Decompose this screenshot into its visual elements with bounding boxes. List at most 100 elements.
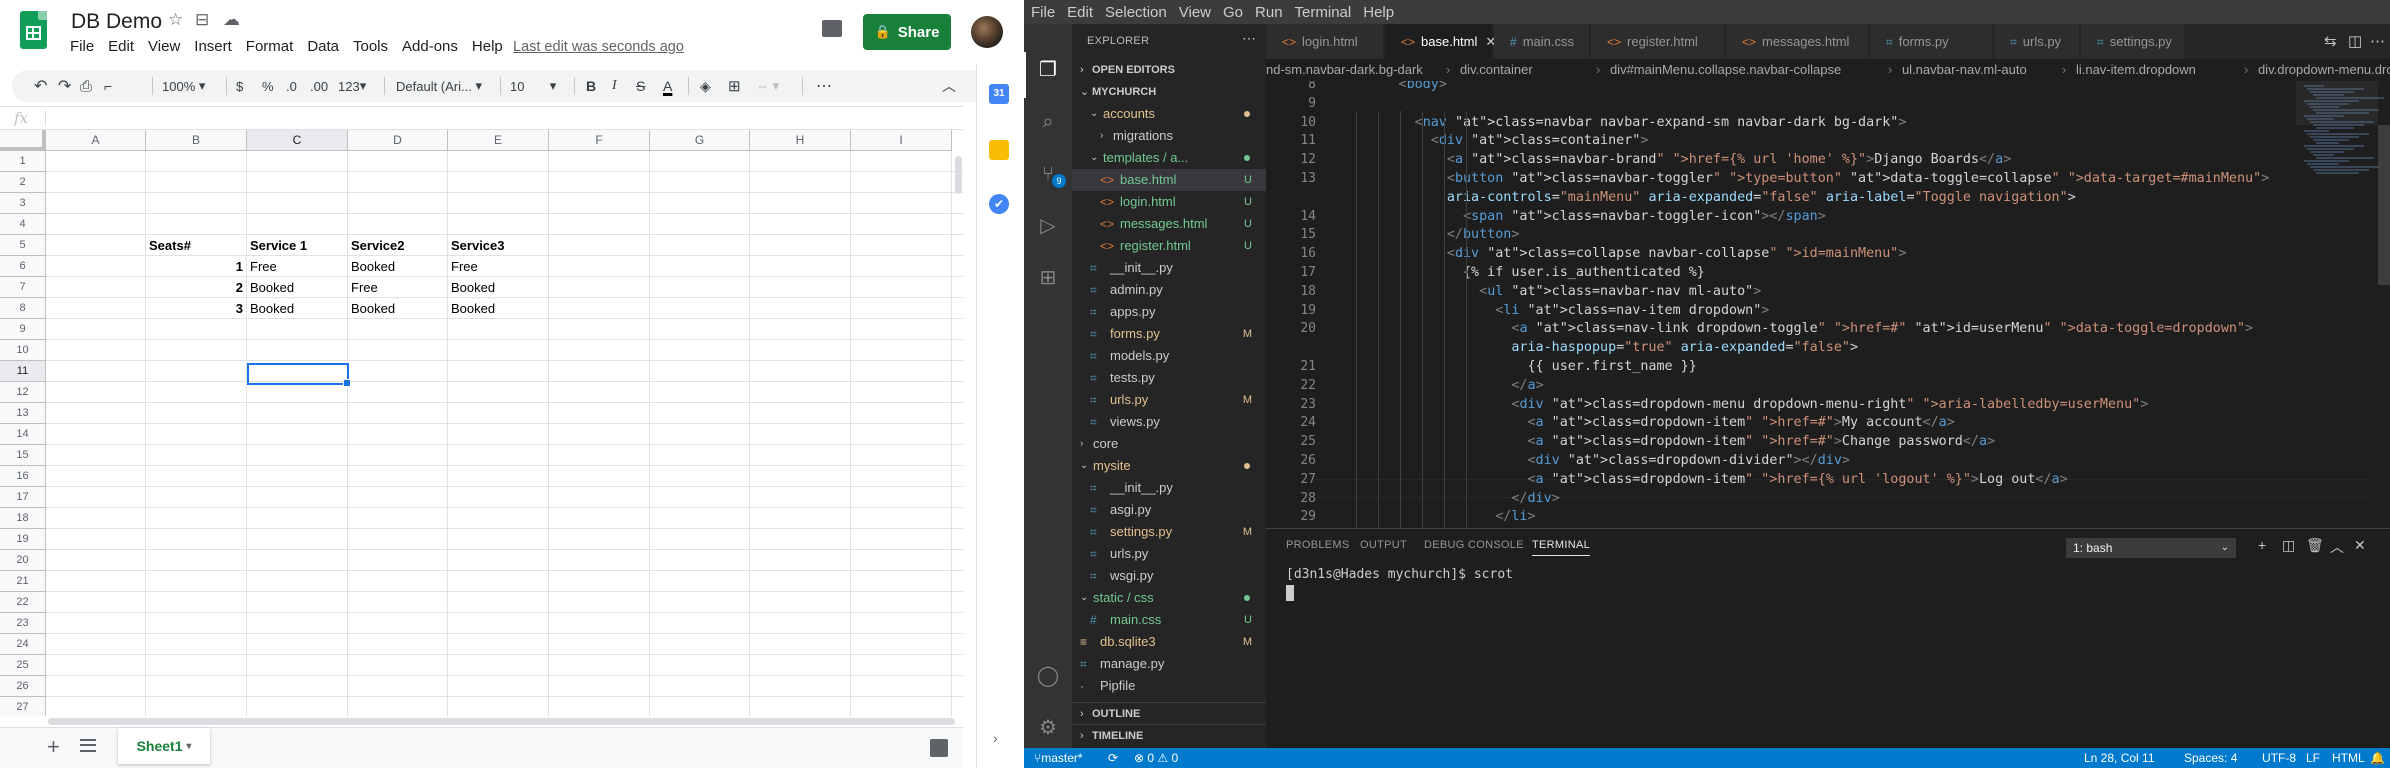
tasks-icon[interactable]: ✔ <box>989 194 1009 214</box>
more-options-icon[interactable]: ⋯ <box>816 70 832 102</box>
status-eol[interactable]: LF <box>2306 748 2320 768</box>
tree-item[interactable]: ⌗ wsgi.py <box>1072 565 1266 587</box>
panel-tab-output[interactable]: OUTPUT <box>1360 539 1407 551</box>
strikethrough-button[interactable]: S <box>636 70 645 102</box>
code-line[interactable]: <body> <box>1334 81 1447 92</box>
cell-d7[interactable]: Free <box>348 277 447 298</box>
tree-item[interactable]: ⌗ urls.py <box>1072 543 1266 565</box>
breadcrumb-item[interactable]: › li.nav-item.dropdown <box>2062 59 2196 81</box>
open-editors-section[interactable]: › OPEN EDITORS <box>1072 59 1266 81</box>
tree-item[interactable]: ⌗ tests.py <box>1072 367 1266 389</box>
cell-e6[interactable]: Free <box>448 256 548 277</box>
split-terminal-icon[interactable]: ◫ <box>2282 537 2295 554</box>
project-section[interactable]: ⌄ MYCHURCH <box>1072 81 1266 103</box>
sync-icon[interactable]: ⟳ <box>1108 748 1118 768</box>
row-header[interactable]: 5 <box>0 235 46 256</box>
menu-insert[interactable]: Insert <box>194 38 232 55</box>
split-editor-icon[interactable]: ◫ <box>2348 32 2362 50</box>
expand-side-panel-icon[interactable]: › <box>993 730 998 746</box>
row-header[interactable]: 6 <box>0 256 46 277</box>
code-line[interactable]: {{ user.first_name }} <box>1334 359 1696 374</box>
row-header[interactable]: 23 <box>0 613 46 634</box>
cell-d6[interactable]: Booked <box>348 256 447 277</box>
vs-menu-run[interactable]: Run <box>1255 4 1283 21</box>
breadcrumb-item[interactable]: › div#mainMenu.collapse.navbar-collapse <box>1596 59 1841 81</box>
code-editor[interactable]: 8 <body> 9 10 <nav "at">class=navbar navba… <box>1266 81 2390 528</box>
panel-tab-problems[interactable]: PROBLEMS <box>1286 539 1350 551</box>
increase-decimal-button[interactable]: .00 <box>310 70 328 102</box>
sheets-logo-icon[interactable] <box>20 11 47 49</box>
decrease-decimal-button[interactable]: .0 <box>286 70 297 102</box>
cell-e7[interactable]: Booked <box>448 277 548 298</box>
sheet-tab-sheet1[interactable]: Sheet1 ▾ <box>118 728 210 764</box>
tree-item[interactable]: <> register.html U <box>1072 235 1266 257</box>
redo-icon[interactable]: ↷ <box>58 70 71 102</box>
code-line[interactable]: </button> <box>1334 227 1520 242</box>
status-position[interactable]: Ln 28, Col 11 <box>2084 748 2155 768</box>
vs-menu-go[interactable]: Go <box>1223 4 1243 21</box>
comment-history-icon[interactable] <box>822 20 842 37</box>
code-line[interactable]: <div "at">class=dropdown-divider"></div> <box>1334 453 1849 468</box>
editor-tab[interactable]: ⌗ forms.py <box>1870 24 1993 59</box>
font-select[interactable]: Default (Ari... ▾ <box>396 70 482 102</box>
panel-tab-terminal[interactable]: TERMINAL <box>1532 539 1591 556</box>
cell-c8[interactable]: Booked <box>247 298 347 319</box>
row-header[interactable]: 14 <box>0 424 46 445</box>
menu-view[interactable]: View <box>148 38 180 55</box>
row-header[interactable]: 7 <box>0 277 46 298</box>
row-header[interactable]: 2 <box>0 172 46 193</box>
tree-item[interactable]: ⌗ admin.py <box>1072 279 1266 301</box>
more-actions-icon[interactable]: ⋯ <box>1242 30 1256 47</box>
tree-item[interactable]: › migrations <box>1072 125 1266 147</box>
editor-scrollbar[interactable] <box>2378 125 2390 285</box>
editor-tab[interactable]: <> messages.html <box>1726 24 1869 59</box>
status-problems[interactable]: ⊗ 0 ⚠ 0 <box>1134 748 1178 768</box>
vs-menu-help[interactable]: Help <box>1363 4 1394 21</box>
editor-tab[interactable]: ⌗ urls.py <box>1994 24 2080 59</box>
editor-tab[interactable]: <> login.html <box>1266 24 1384 59</box>
fill-color-icon[interactable]: ◈ <box>700 70 711 102</box>
cell-d8[interactable]: Booked <box>348 298 447 319</box>
status-branch[interactable]: ⑂ master* <box>1034 748 1083 768</box>
vs-menu-view[interactable]: View <box>1179 4 1211 21</box>
menu-data[interactable]: Data <box>307 38 339 55</box>
move-folder-icon[interactable]: ⊟ <box>195 10 209 30</box>
code-line[interactable]: <a "at">class=dropdown-item" ">href=#">C… <box>1334 434 1995 449</box>
row-header[interactable]: 3 <box>0 193 46 214</box>
last-edit-link[interactable]: Last edit was seconds ago <box>513 39 684 55</box>
column-header[interactable]: F <box>549 130 650 151</box>
tree-item[interactable]: # main.css U <box>1072 609 1266 631</box>
status-language[interactable]: HTML <box>2332 748 2365 768</box>
new-terminal-icon[interactable]: + <box>2258 537 2266 553</box>
row-header[interactable]: 24 <box>0 634 46 655</box>
tree-item[interactable]: ⌗ views.py <box>1072 411 1266 433</box>
panel-tab-debug-console[interactable]: DEBUG CONSOLE <box>1424 539 1524 551</box>
zoom-select[interactable]: 100% ▾ <box>162 70 205 102</box>
vs-menu-terminal[interactable]: Terminal <box>1295 4 1352 21</box>
keep-icon[interactable] <box>989 140 1009 160</box>
code-line[interactable]: <a "at">class=nav-link dropdown-toggle" … <box>1334 321 2253 336</box>
tree-item[interactable]: <> messages.html U <box>1072 213 1266 235</box>
horizontal-scrollbar[interactable] <box>48 718 955 725</box>
cell-b5[interactable]: Seats# <box>146 235 246 256</box>
cell-b7[interactable]: 2 <box>146 277 246 298</box>
code-line[interactable]: <span "at">class=navbar-toggler-icon"></… <box>1334 209 1826 224</box>
status-encoding[interactable]: UTF-8 <box>2262 748 2296 768</box>
print-icon[interactable]: ⎙ <box>80 70 92 102</box>
cell-e8[interactable]: Booked <box>448 298 548 319</box>
open-changes-icon[interactable]: ⇆ <box>2324 32 2337 50</box>
tree-item[interactable]: ⌄ templates / a... <box>1072 147 1266 169</box>
explorer-icon[interactable]: ❐ <box>1036 58 1060 82</box>
paint-format-icon[interactable]: ⌐ <box>104 70 112 102</box>
vs-menu-file[interactable]: File <box>1031 4 1055 21</box>
kill-terminal-icon[interactable]: 🗑 <box>2306 537 2324 554</box>
code-line[interactable]: <a "at">class=navbar-brand" ">href={% ur… <box>1334 152 2011 167</box>
tree-item[interactable]: <> login.html U <box>1072 191 1266 213</box>
cell-c6[interactable]: Free <box>247 256 347 277</box>
collapse-toolbar-icon[interactable]: ︿ <box>942 70 956 102</box>
star-icon[interactable]: ☆ <box>168 10 183 30</box>
row-header[interactable]: 1 <box>0 151 46 172</box>
font-size-select[interactable]: 10 ▾ <box>510 70 556 102</box>
calendar-icon[interactable]: 31 <box>989 84 1009 104</box>
tree-item[interactable]: ≡ db.sqlite3 M <box>1072 631 1266 653</box>
